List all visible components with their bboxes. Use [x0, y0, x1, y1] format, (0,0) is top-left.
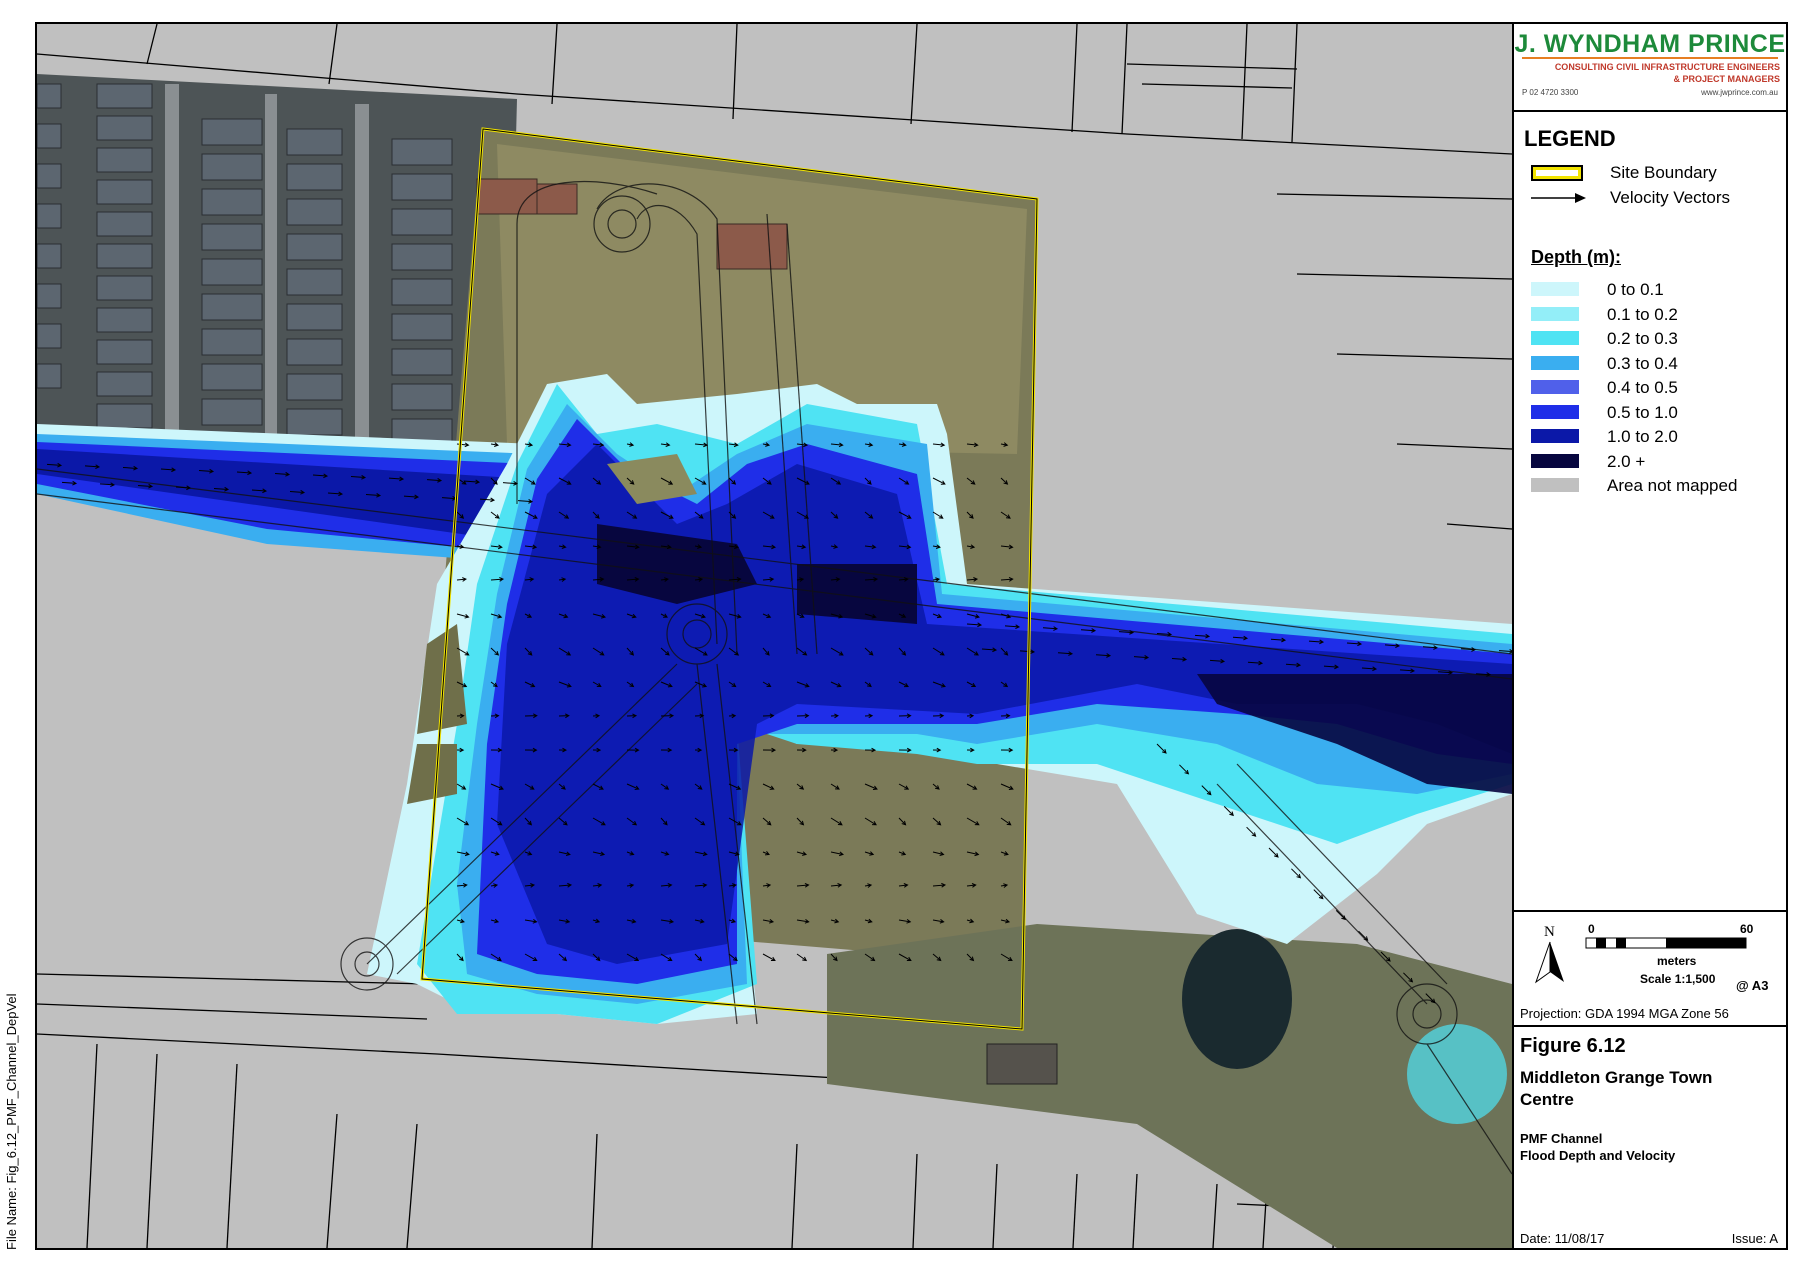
flood-map-canvas [37, 24, 1512, 1248]
depth-legend-item: 0.3 to 0.4 [1512, 352, 1788, 376]
depth-color-swatch [1531, 478, 1579, 492]
scale-and-north-block: N 0 60 meters Scale 1:1,500 @ A3 Project… [1512, 912, 1788, 1027]
depth-legend-label: 0.2 to 0.3 [1607, 329, 1678, 348]
depth-legend-item: Area not mapped [1512, 474, 1788, 498]
depth-legend-label: 0.3 to 0.4 [1607, 353, 1678, 373]
site-boundary-swatch [1531, 165, 1583, 181]
depth-color-swatch [1531, 404, 1579, 419]
depth-legend-item: 2.0 + [1512, 450, 1788, 474]
depth-color-swatch [1531, 429, 1579, 443]
legend-label-site-boundary: Site Boundary [1610, 163, 1717, 182]
depth-legend-label: 0.1 to 0.2 [1607, 304, 1678, 324]
depth-legend-item: 1.0 to 2.0 [1512, 425, 1788, 449]
depth-legend-item: 0.1 to 0.2 [1512, 303, 1788, 327]
north-label: N [1544, 924, 1555, 940]
depth-legend-title: Depth (m): [1531, 247, 1621, 267]
depth-color-swatch [1531, 380, 1579, 394]
company-tagline-1: CONSULTING CIVIL INFRASTRUCTURE ENGINEER… [1554, 62, 1780, 72]
company-tagline-2: & PROJECT MANAGERS [1673, 74, 1780, 84]
depth-color-swatch [1531, 331, 1579, 345]
figure-date: Date: 11/08/17 [1520, 1231, 1605, 1246]
depth-legend-item: 0.2 to 0.3 [1512, 327, 1788, 351]
depth-legend-label: 0.4 to 0.5 [1607, 378, 1678, 397]
depth-color-swatch [1531, 355, 1579, 370]
figure-title: Middleton Grange Town Centre [1520, 1068, 1713, 1109]
depth-legend-label: 2.0 + [1607, 451, 1646, 471]
legend-heading: LEGEND [1524, 126, 1616, 151]
depth-color-swatch [1531, 453, 1579, 468]
map-side-panel: J. WYNDHAM PRINCE CONSULTING CIVIL INFRA… [1512, 24, 1788, 1248]
figure-subtitle-2: Flood Depth and Velocity [1520, 1148, 1676, 1163]
file-name-label: File Name: Fig_6.12_PMF_Channel_DepVel [4, 993, 19, 1250]
legend-item-site-boundary: Site Boundary [1512, 161, 1788, 185]
company-website[interactable]: www.jwprince.com.au [1701, 88, 1778, 97]
company-logo-text: J. WYNDHAM PRINCE [1514, 30, 1786, 58]
scale-bar [1585, 937, 1747, 949]
legend: LEGEND Site Boundary Velocity Vectors De… [1512, 112, 1788, 912]
legend-label-velocity-vectors: Velocity Vectors [1610, 188, 1731, 207]
company-phone: P 02 4720 3300 [1522, 88, 1579, 97]
legend-item-velocity-vectors: Velocity Vectors [1512, 186, 1788, 210]
depth-legend-label: 0 to 0.1 [1607, 280, 1664, 299]
logo-rule [1522, 57, 1778, 59]
company-logo-block: J. WYNDHAM PRINCE CONSULTING CIVIL INFRA… [1512, 24, 1788, 112]
flood-map[interactable] [37, 24, 1514, 1248]
depth-legend-label: 0.5 to 1.0 [1607, 402, 1678, 422]
depth-legend-item: 0.5 to 1.0 [1512, 401, 1788, 425]
depth-legend-item: 0.4 to 0.5 [1512, 376, 1788, 400]
map-sheet: J. WYNDHAM PRINCE CONSULTING CIVIL INFRA… [35, 22, 1788, 1250]
depth-color-swatch [1531, 306, 1579, 321]
paper-size: @ A3 [1736, 978, 1769, 993]
figure-title-block: Figure 6.12 Middleton Grange Town Centre… [1512, 1027, 1788, 1248]
depth-color-swatch [1531, 282, 1579, 296]
figure-issue: Issue: A [1731, 1231, 1778, 1246]
figure-number: Figure 6.12 [1520, 1035, 1626, 1057]
depth-legend-label: Area not mapped [1607, 476, 1738, 495]
figure-subtitle-1: PMF Channel [1520, 1131, 1603, 1146]
depth-legend-label: 1.0 to 2.0 [1607, 427, 1678, 446]
scale-ratio: Scale 1:1,500 [1640, 972, 1716, 986]
velocity-arrow-icon [1531, 193, 1586, 203]
projection-text: Projection: GDA 1994 MGA Zone 56 [1520, 1006, 1729, 1021]
north-arrow-icon: N [1535, 924, 1564, 984]
scale-units: meters [1657, 954, 1697, 968]
depth-legend-item: 0 to 0.1 [1512, 278, 1788, 302]
